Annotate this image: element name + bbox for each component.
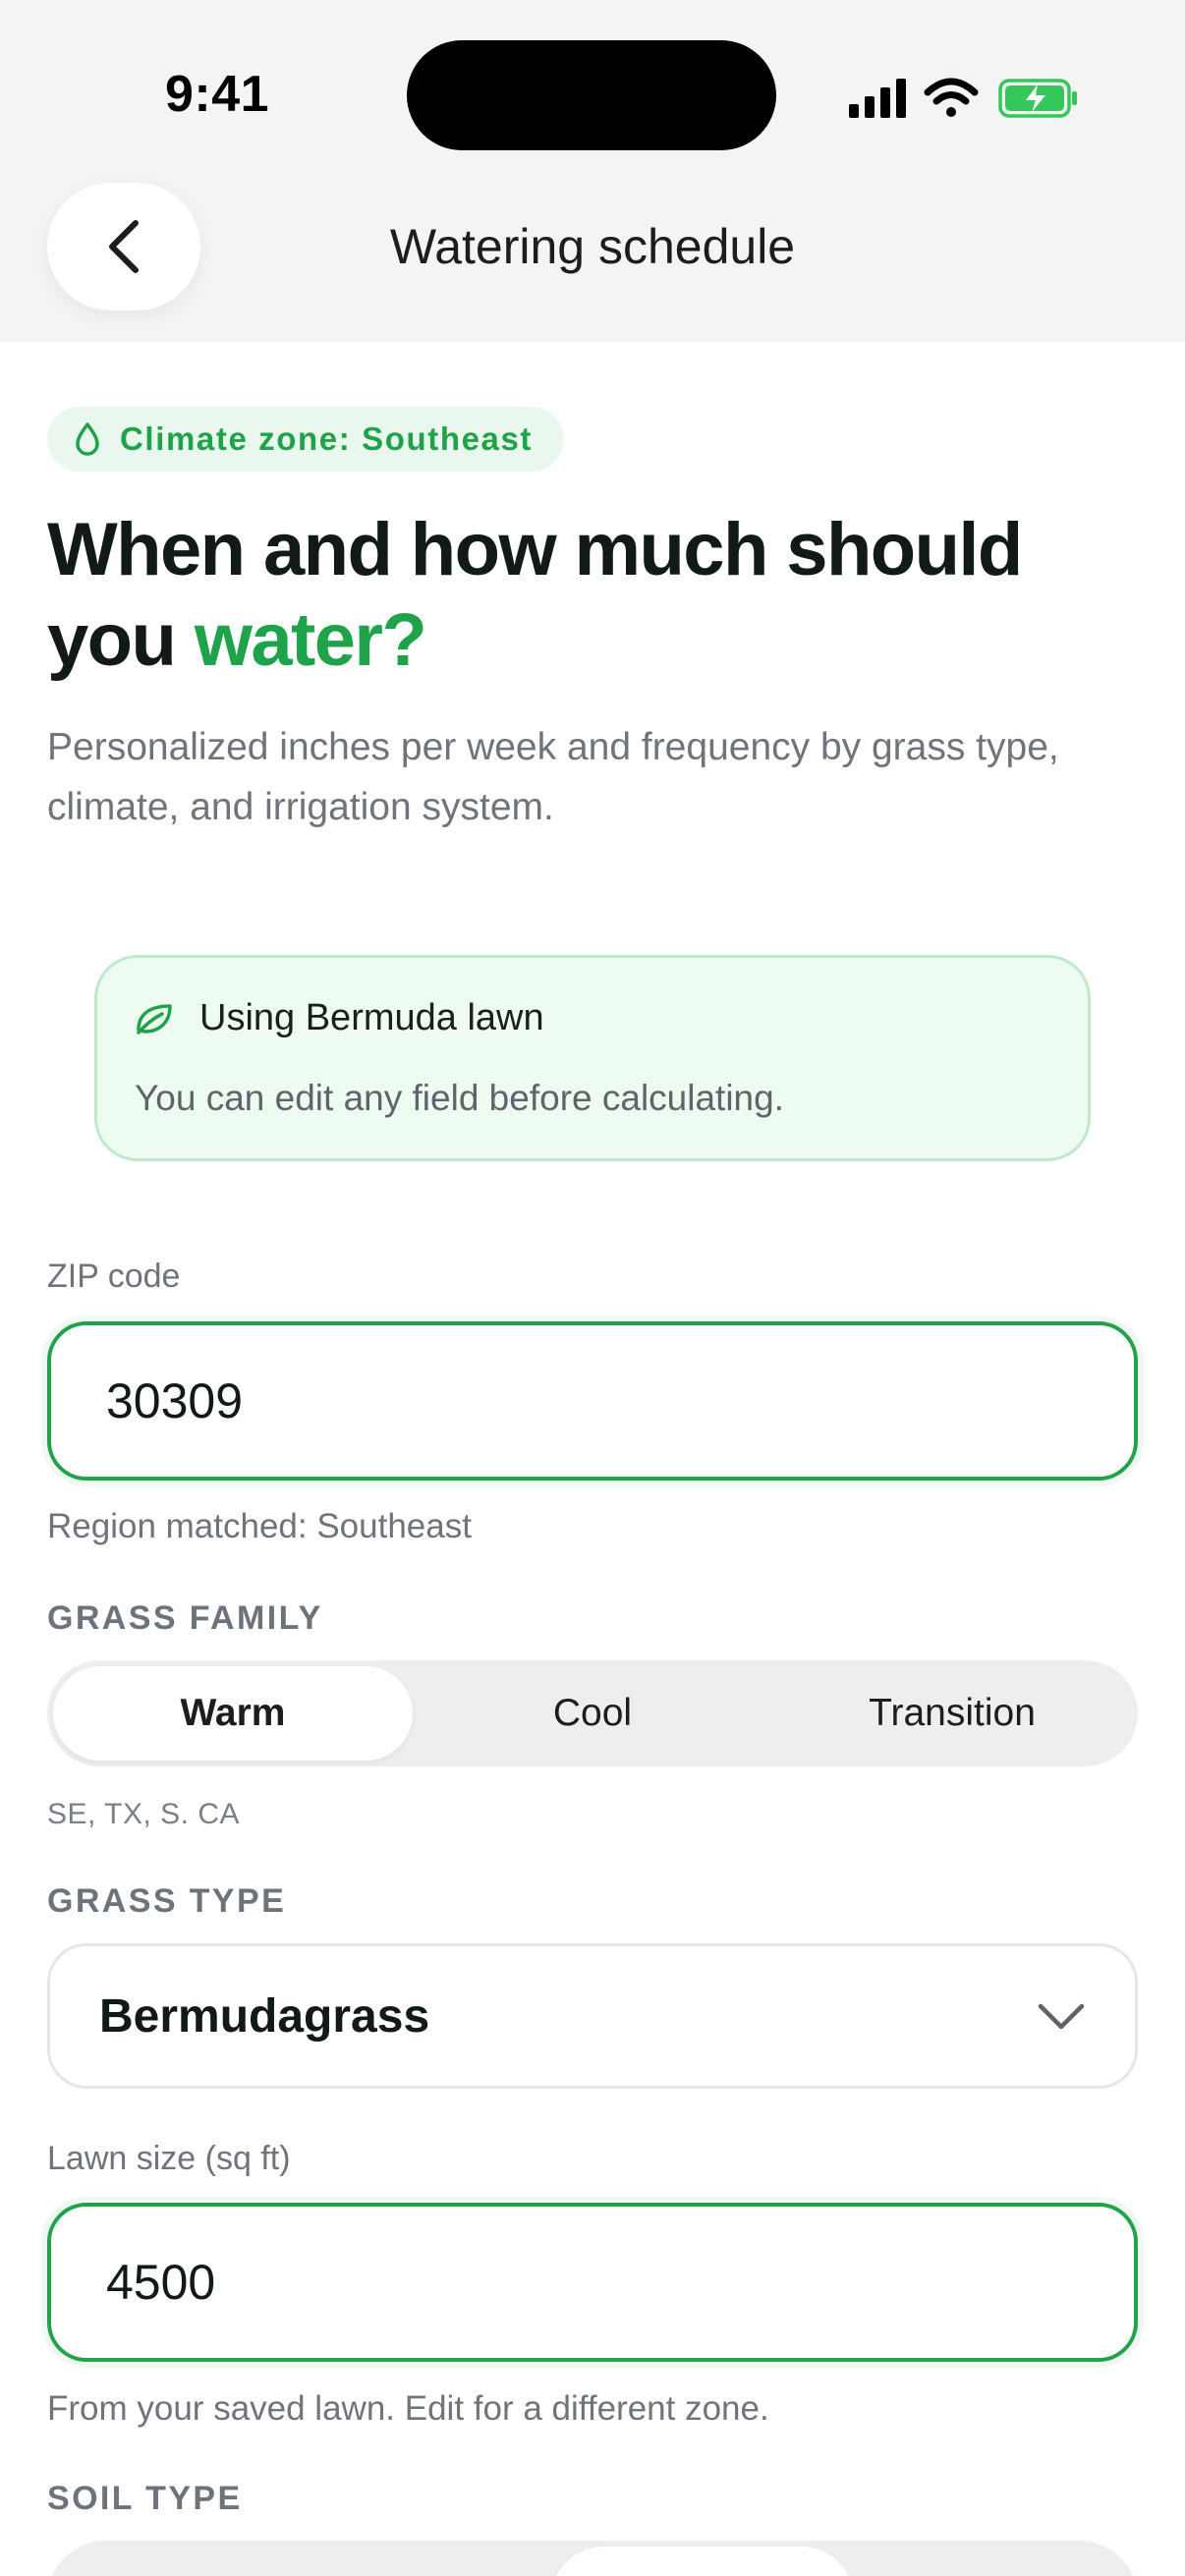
dynamic-island [407, 40, 776, 150]
soil-type-selected-segment[interactable] [550, 2547, 855, 2576]
headline: When and how much should you water? [47, 505, 1138, 686]
lawn-size-label: Lawn size (sq ft) [47, 2140, 291, 2177]
grass-type-select[interactable]: Bermudagrass [47, 1943, 1138, 2089]
header-area: 9:41 Watering schedule [0, 0, 1185, 342]
battery-icon [998, 79, 1077, 118]
segment-warm[interactable]: Warm [53, 1666, 413, 1761]
page-title: Watering schedule [389, 219, 796, 274]
climate-zone-label: Climate zone: Southeast [120, 420, 534, 457]
segment-cool[interactable]: Cool [413, 1666, 772, 1761]
grass-type-value: Bermudagrass [99, 1989, 430, 2043]
grass-family-label: GRASS FAMILY [47, 1599, 323, 1637]
subtitle: Personalized inches per week and frequen… [47, 726, 1059, 828]
saved-lawn-card: Using Bermuda lawn You can edit any fiel… [94, 955, 1091, 1161]
grass-type-label: GRASS TYPE [47, 1882, 287, 1920]
zip-label: ZIP code [47, 1258, 181, 1295]
status-time: 9:41 [165, 66, 270, 123]
saved-lawn-note: You can edit any field before calculatin… [135, 1078, 784, 1118]
signal-icon [849, 79, 906, 118]
saved-lawn-title: Using Bermuda lawn [199, 997, 544, 1038]
lawn-size-helper: From your saved lawn. Edit for a differe… [47, 2389, 769, 2428]
headline-text: When and how much should you [47, 508, 1023, 682]
zip-helper: Region matched: Southeast [47, 1507, 472, 1545]
droplet-icon [76, 422, 99, 456]
watering-schedule-screen: 9:41 Watering schedule Climate zone: Sou… [0, 0, 1185, 2576]
lawn-size-input[interactable]: 4500 [47, 2203, 1138, 2362]
zip-input[interactable]: 30309 [47, 1321, 1138, 1481]
status-icons [849, 78, 1077, 118]
headline-accent: water? [194, 598, 427, 682]
climate-zone-badge: Climate zone: Southeast [47, 407, 565, 472]
leaf-icon [137, 1003, 172, 1035]
grass-family-segmented: Warm Cool Transition [47, 1660, 1138, 1766]
grass-family-helper: SE, TX, S. CA [47, 1798, 241, 1830]
chevron-down-icon [1038, 2003, 1085, 2030]
soil-type-label: SOIL TYPE [47, 2480, 243, 2517]
segment-transition[interactable]: Transition [772, 1666, 1132, 1761]
wifi-icon [924, 78, 979, 117]
